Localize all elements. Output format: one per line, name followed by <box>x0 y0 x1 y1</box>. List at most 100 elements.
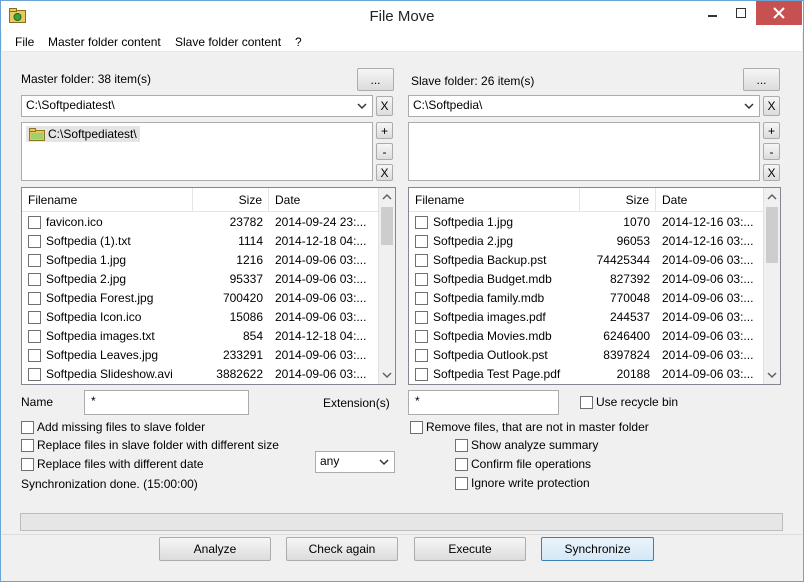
slave-file-grid[interactable]: Filename Size Date Softpedia 1.jpg 1070 20… <box>408 187 781 385</box>
table-row[interactable]: Softpedia Outlook.pst 8397824 2014-09-06 0… <box>409 346 780 365</box>
master-folder-list[interactable]: C:\Softpediatest\ <box>21 122 373 181</box>
row-checkbox[interactable] <box>28 273 41 286</box>
checkbox-box[interactable] <box>21 439 34 452</box>
table-row[interactable]: Softpedia Forest.jpg 700420 2014-09-06 03:… <box>22 289 395 308</box>
master-col-size[interactable]: Size <box>193 188 269 212</box>
row-checkbox[interactable] <box>415 292 428 305</box>
table-row[interactable]: Softpedia images.txt 854 2014-12-18 04:... <box>22 327 395 346</box>
master-col-filename[interactable]: Filename <box>22 188 193 212</box>
scroll-down-icon[interactable] <box>764 367 780 384</box>
row-checkbox[interactable] <box>28 292 41 305</box>
check-again-button[interactable]: Check again <box>286 537 398 561</box>
table-row[interactable]: Softpedia images.pdf 244537 2014-09-06 03:… <box>409 308 780 327</box>
minimize-button[interactable] <box>698 1 727 25</box>
menu-file[interactable]: File <box>15 35 34 49</box>
table-row[interactable]: Softpedia Icon.ico 15086 2014-09-06 03:... <box>22 308 395 327</box>
row-checkbox[interactable] <box>28 330 41 343</box>
row-checkbox[interactable] <box>28 311 41 324</box>
row-checkbox[interactable] <box>415 368 428 381</box>
row-checkbox[interactable] <box>28 349 41 362</box>
execute-button[interactable]: Execute <box>414 537 526 561</box>
slave-col-date[interactable]: Date <box>656 188 764 212</box>
master-path-clear-button[interactable]: X <box>376 96 393 116</box>
table-row[interactable]: Softpedia 1.jpg 1216 2014-09-06 03:... <box>22 251 395 270</box>
checkbox-box[interactable] <box>455 439 468 452</box>
scroll-up-icon[interactable] <box>379 188 395 205</box>
show-analyze-summary-checkbox[interactable]: Show analyze summary <box>455 438 615 454</box>
table-row[interactable]: Softpedia Budget.mdb 827392 2014-09-06 03:… <box>409 270 780 289</box>
replace-different-date-checkbox[interactable]: Replace files with different date <box>21 457 241 473</box>
master-grid-scrollbar[interactable] <box>378 188 395 384</box>
slave-grid-scrollbar[interactable] <box>763 188 780 384</box>
table-row[interactable]: Softpedia Test Page.pdf 20188 2014-09-06 0… <box>409 365 780 384</box>
date-cell: 2014-12-16 03:... <box>662 215 754 229</box>
row-checkbox[interactable] <box>415 254 428 267</box>
master-col-date[interactable]: Date <box>269 188 379 212</box>
slave-col-size[interactable]: Size <box>580 188 656 212</box>
slave-scroll-thumb[interactable] <box>766 207 778 263</box>
row-checkbox[interactable] <box>415 330 428 343</box>
checkbox-box[interactable] <box>455 477 468 490</box>
slave-col-filename[interactable]: Filename <box>409 188 580 212</box>
name-filter-input[interactable]: * <box>84 390 249 415</box>
table-row[interactable]: Softpedia 2.jpg 96053 2014-12-16 03:... <box>409 232 780 251</box>
table-row[interactable]: Softpedia (1).txt 1114 2014-12-18 04:... <box>22 232 395 251</box>
menu-master-folder-content[interactable]: Master folder content <box>48 35 161 49</box>
confirm-file-operations-checkbox[interactable]: Confirm file operations <box>455 457 615 473</box>
row-checkbox[interactable] <box>28 235 41 248</box>
close-button[interactable] <box>756 1 802 25</box>
slave-clear-folders-button[interactable]: X <box>763 164 780 181</box>
row-checkbox[interactable] <box>28 254 41 267</box>
add-missing-files-checkbox[interactable]: Add missing files to slave folder <box>21 420 241 436</box>
ignore-write-protection-checkbox[interactable]: Ignore write protection <box>455 476 615 492</box>
master-folder-list-item[interactable]: C:\Softpediatest\ <box>26 126 140 142</box>
master-browse-button[interactable]: ... <box>357 68 394 91</box>
row-checkbox[interactable] <box>415 273 428 286</box>
use-recycle-bin-checkbox[interactable]: Use recycle bin <box>580 395 700 411</box>
slave-browse-button[interactable]: ... <box>743 68 780 91</box>
checkbox-box[interactable] <box>410 421 423 434</box>
table-row[interactable]: Softpedia Slideshow.avi 3882622 2014-09-06… <box>22 365 395 384</box>
slave-path-combo[interactable]: C:\Softpedia\ <box>408 95 760 117</box>
table-row[interactable]: Softpedia Backup.pst 74425344 2014-09-06 0… <box>409 251 780 270</box>
extension-filter-input[interactable]: * <box>408 390 559 415</box>
table-row[interactable]: favicon.ico 23782 2014-09-24 23:... <box>22 213 395 232</box>
row-checkbox[interactable] <box>415 216 428 229</box>
menu-slave-folder-content[interactable]: Slave folder content <box>175 35 281 49</box>
date-cell: 2014-09-06 03:... <box>275 272 367 286</box>
table-row[interactable]: Softpedia 2.jpg 95337 2014-09-06 03:... <box>22 270 395 289</box>
checkbox-box[interactable] <box>455 458 468 471</box>
row-checkbox[interactable] <box>415 235 428 248</box>
master-remove-folder-button[interactable]: - <box>376 143 393 160</box>
table-row[interactable]: Softpedia Leaves.jpg 233291 2014-09-06 03:… <box>22 346 395 365</box>
slave-remove-folder-button[interactable]: - <box>763 143 780 160</box>
row-checkbox[interactable] <box>415 311 428 324</box>
replace-different-size-checkbox[interactable]: Replace files in slave folder with diffe… <box>21 438 301 454</box>
row-checkbox[interactable] <box>415 349 428 362</box>
table-row[interactable]: Softpedia Movies.mdb 6246400 2014-09-06 03… <box>409 327 780 346</box>
size-cell: 827392 <box>609 272 650 286</box>
slave-path-clear-button[interactable]: X <box>763 96 780 116</box>
master-add-folder-button[interactable]: + <box>376 122 393 139</box>
slave-folder-list[interactable] <box>408 122 760 181</box>
slave-add-folder-button[interactable]: + <box>763 122 780 139</box>
maximize-button[interactable] <box>727 1 756 25</box>
scroll-down-icon[interactable] <box>379 367 395 384</box>
scroll-up-icon[interactable] <box>764 188 780 205</box>
checkbox-box[interactable] <box>21 458 34 471</box>
checkbox-box[interactable] <box>580 396 593 409</box>
master-clear-folders-button[interactable]: X <box>376 164 393 181</box>
master-path-combo[interactable]: C:\Softpediatest\ <box>21 95 373 117</box>
table-row[interactable]: Softpedia 1.jpg 1070 2014-12-16 03:... <box>409 213 780 232</box>
master-file-grid[interactable]: Filename Size Date favicon.ico 23782 2014-… <box>21 187 396 385</box>
remove-files-not-in-master-checkbox[interactable]: Remove files, that are not in master fol… <box>410 420 670 436</box>
analyze-button[interactable]: Analyze <box>159 537 271 561</box>
row-checkbox[interactable] <box>28 368 41 381</box>
checkbox-box[interactable] <box>21 421 34 434</box>
row-checkbox[interactable] <box>28 216 41 229</box>
table-row[interactable]: Softpedia family.mdb 770048 2014-09-06 03:… <box>409 289 780 308</box>
synchronize-button[interactable]: Synchronize <box>541 537 654 561</box>
date-mode-select[interactable]: any <box>315 451 395 473</box>
master-scroll-thumb[interactable] <box>381 207 393 245</box>
menu-help[interactable]: ? <box>295 35 302 49</box>
